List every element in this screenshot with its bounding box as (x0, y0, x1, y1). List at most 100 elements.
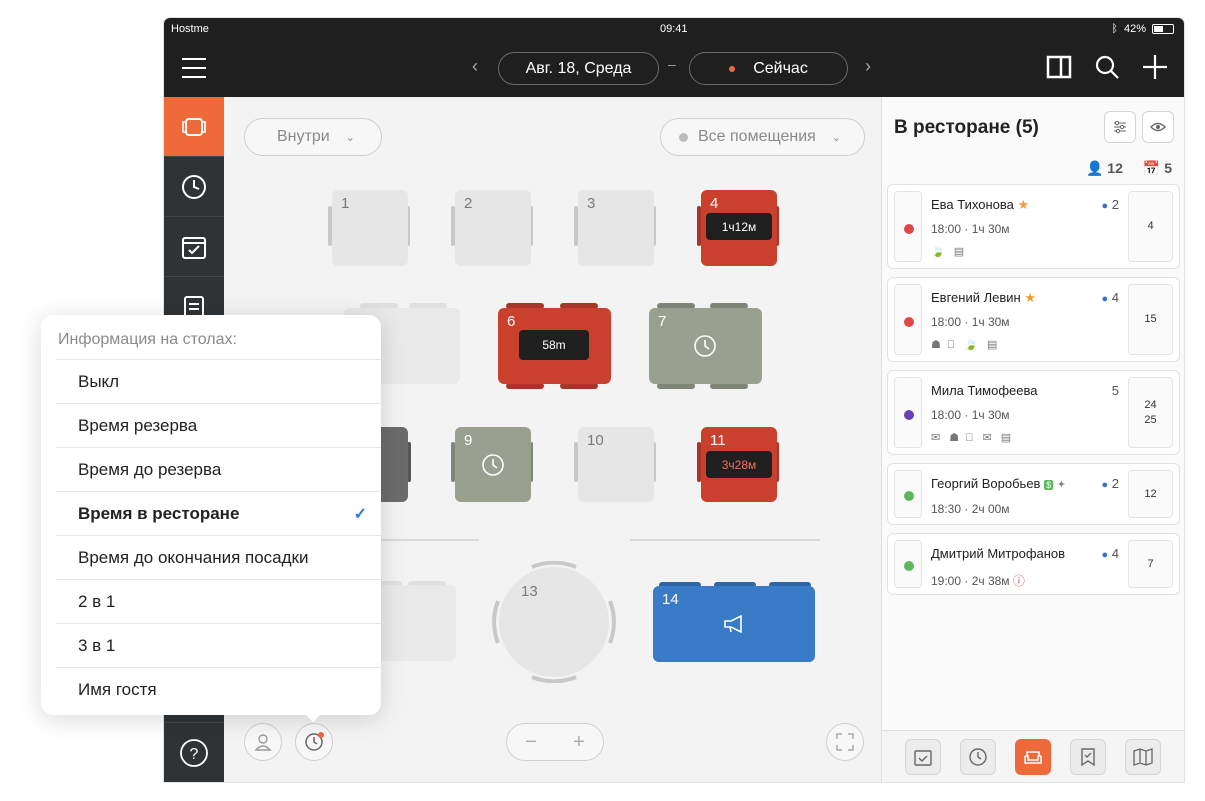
person-icon (254, 734, 272, 751)
table-number: 3 (587, 195, 596, 212)
sidebar-item-floor[interactable] (164, 97, 224, 157)
guest-card[interactable]: Георгий Воробьев $ ✦ ● 2 18:30 · 2ч 00м … (887, 463, 1180, 525)
status-dot-icon (904, 224, 914, 234)
table-10[interactable]: 10 (578, 427, 654, 502)
reservation-time: 18:30 · 2ч 00м (931, 502, 1010, 516)
date-picker-button[interactable]: Авг. 18, Среда (498, 52, 659, 85)
reservations-count: 5 (1164, 160, 1172, 176)
table-timer: 1ч12м (706, 213, 772, 240)
guest-card[interactable]: Ева Тихонова ★ ● 2 18:00 · 1ч 30м 🍃 ▤ 4 (887, 184, 1180, 269)
sidebar-item-reservations[interactable] (164, 217, 224, 277)
table-number: 11 (710, 432, 726, 449)
rooms-dot-icon (679, 132, 688, 142)
next-date-arrow[interactable]: › (865, 56, 871, 77)
table-info-button[interactable] (295, 723, 333, 761)
expand-icon (836, 733, 854, 751)
map-tab[interactable] (1125, 739, 1161, 775)
guest-name: Георгий Воробьев (931, 476, 1041, 491)
table-14[interactable]: 14 (653, 586, 815, 662)
prev-date-arrow[interactable]: ‹ (472, 56, 478, 77)
option-time-in-restaurant[interactable]: Время в ресторане ✓ (56, 491, 381, 535)
reservation-time: 18:00 · 1ч 30м (931, 222, 1010, 236)
guest-name: Дмитрий Митрофанов (931, 546, 1066, 561)
filter-button[interactable] (1104, 111, 1136, 143)
option-off[interactable]: Выкл (56, 359, 381, 403)
table-number: 6 (507, 313, 516, 330)
completed-tab[interactable] (1070, 739, 1106, 775)
visibility-button[interactable] (1142, 111, 1174, 143)
status-dot-icon (904, 491, 914, 501)
live-dot-icon (729, 65, 736, 72)
guest-card[interactable]: Дмитрий Митрофанов ● 4 19:00 · 2ч 38м ⓘ … (887, 533, 1180, 595)
tag-icons: ☗ ⃠ 🍃 ▤ (931, 339, 1001, 351)
fullscreen-button[interactable] (826, 723, 864, 761)
area-dropdown[interactable]: Внутри ⌄ (244, 118, 382, 156)
globe-icon: ● (1101, 293, 1109, 305)
table-number: 13 (521, 583, 538, 600)
table-1[interactable]: 1 (332, 190, 408, 266)
status-dot-icon (904, 561, 914, 571)
table-7[interactable]: 7 (649, 308, 762, 384)
menu-icon[interactable] (182, 58, 206, 78)
guest-view-button[interactable] (244, 723, 282, 761)
guest-name: Евгений Левин (931, 290, 1021, 305)
table-11[interactable]: 11 3ч28м (701, 427, 777, 502)
reservations-tab[interactable] (905, 739, 941, 775)
status-bar: Hostme 09:41 ᛒ 42% (164, 18, 1184, 40)
globe-icon: ● (1101, 200, 1109, 212)
sidebar-item-help[interactable]: ? (164, 722, 224, 782)
party-size: 5 (1111, 383, 1119, 398)
chevron-down-icon: ⌄ (831, 131, 842, 144)
table-4[interactable]: 4 1ч12м (701, 190, 777, 266)
zoom-out-button[interactable]: − (525, 731, 537, 754)
rooms-dropdown[interactable]: Все помещения ⌄ (660, 118, 865, 156)
tag-icons: 🍃 ▤ (931, 246, 968, 258)
option-guest-name[interactable]: Имя гостя (56, 667, 381, 711)
clock: 09:41 (660, 23, 688, 35)
option-time-to-reservation[interactable]: Время до резерва (56, 447, 381, 491)
reservation-time: 18:00 · 1ч 30м (931, 315, 1010, 329)
zoom-in-button[interactable]: + (573, 731, 585, 754)
area-label: Внутри (277, 128, 330, 145)
option-reservation-time[interactable]: Время резерва (56, 403, 381, 447)
guest-name: Мила Тимофеева (931, 383, 1038, 398)
star-icon: ★ (1024, 290, 1036, 305)
table-13[interactable] (492, 561, 616, 683)
carrier-label: Hostme (171, 23, 209, 35)
status-dot-icon (904, 410, 914, 420)
option-2-in-1[interactable]: 2 в 1 (56, 579, 381, 623)
table-number: 10 (587, 432, 604, 449)
date-separator: – (668, 56, 676, 72)
seated-tab[interactable] (1015, 739, 1051, 775)
now-button[interactable]: Сейчас (689, 52, 848, 85)
table-number: 4 (710, 195, 719, 212)
popup-pointer (301, 710, 325, 722)
clock-icon (305, 732, 324, 751)
table-6[interactable]: 6 58m (498, 308, 611, 384)
table-2[interactable]: 2 (455, 190, 531, 266)
sidebar-item-history[interactable] (164, 157, 224, 217)
history-tab[interactable] (960, 739, 996, 775)
table-3[interactable]: 3 (578, 190, 654, 266)
split-view-icon[interactable] (1046, 54, 1072, 80)
dollar-icon: $ (1044, 480, 1054, 490)
guest-card[interactable]: Мила Тимофеева 5 18:00 · 1ч 30м ✉ ☗ ⃠ ✉ … (887, 370, 1180, 455)
search-icon[interactable] (1094, 54, 1120, 80)
reservation-time: 18:00 · 1ч 30м (931, 408, 1010, 422)
option-3-in-1[interactable]: 3 в 1 (56, 623, 381, 667)
table-9[interactable]: 9 (455, 427, 531, 502)
pin-icon: ✦ (1056, 479, 1066, 491)
map-icon (1133, 748, 1153, 766)
table-assignment: 7 (1128, 540, 1173, 588)
floor-plan-icon (182, 117, 206, 136)
option-time-to-end[interactable]: Время до окончания посадки (56, 535, 381, 579)
eye-icon (1150, 122, 1166, 132)
check-icon: ✓ (353, 506, 367, 523)
table-number: 1 (341, 195, 350, 212)
star-icon: ★ (1017, 197, 1030, 212)
guests-icon: 👤 (1085, 160, 1104, 176)
add-icon[interactable] (1142, 54, 1168, 80)
party-size: 4 (1111, 546, 1119, 561)
divider (630, 539, 820, 541)
guest-card[interactable]: Евгений Левин ★ ● 4 18:00 · 1ч 30м ☗ ⃠ 🍃… (887, 277, 1180, 362)
